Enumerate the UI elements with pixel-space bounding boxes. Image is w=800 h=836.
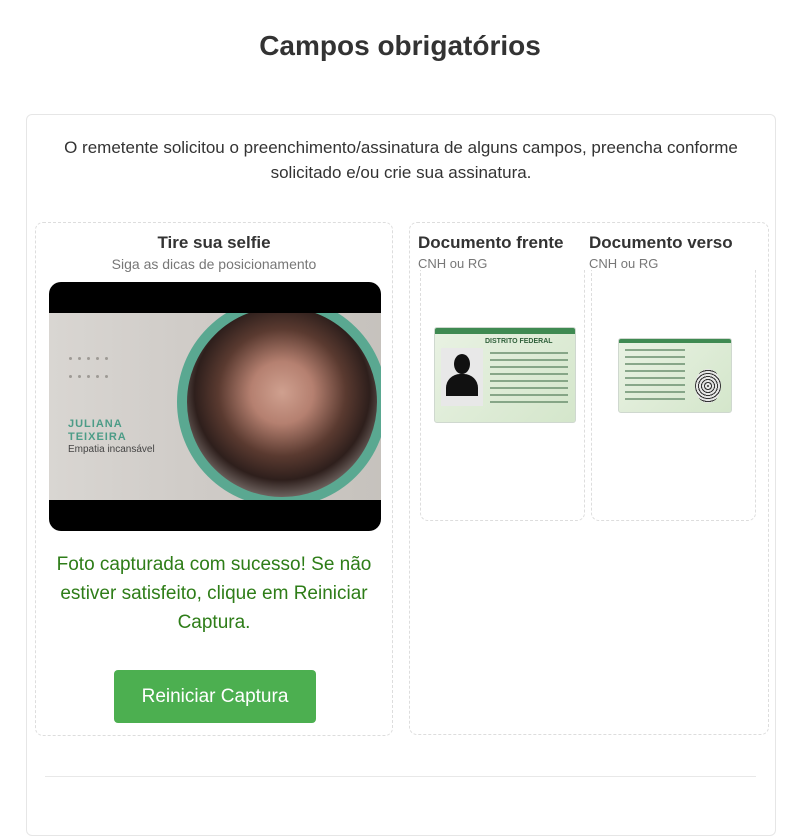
intro-text: O remetente solicitou o preenchimento/as… xyxy=(64,138,738,182)
document-front-upload[interactable]: DISTRITO FEDERAL xyxy=(420,270,585,521)
badge-name: JULIANA TEIXEIRA xyxy=(68,418,127,443)
capture-success-message: Foto capturada com sucesso! Se não estiv… xyxy=(56,554,372,633)
restart-capture-button[interactable]: Reiniciar Captura xyxy=(114,670,316,723)
document-back-title: Documento verso xyxy=(589,233,733,252)
document-front-image: DISTRITO FEDERAL xyxy=(434,327,576,423)
badge-role: Empatia incansável xyxy=(68,444,155,455)
selfie-subtitle: Siga as dicas de posicionamento xyxy=(111,256,317,272)
document-back-image xyxy=(618,338,732,413)
document-front-header-text: DISTRITO FEDERAL xyxy=(485,338,553,345)
document-back-subtitle: CNH ou RG xyxy=(589,256,659,271)
selfie-title: Tire sua selfie xyxy=(157,233,271,252)
documents-panel: Documento frente CNH ou RG Documento ver… xyxy=(409,222,769,735)
document-front-header: Documento frente CNH ou RG xyxy=(418,233,583,271)
fingerprint-icon xyxy=(695,369,721,403)
portrait-ring xyxy=(177,313,381,500)
document-back-upload[interactable] xyxy=(591,270,756,521)
required-fields-card: O remetente solicitou o preenchimento/as… xyxy=(26,114,776,836)
document-front-title: Documento frente xyxy=(418,233,564,252)
section-divider xyxy=(45,776,756,777)
document-back-header: Documento verso CNH ou RG xyxy=(589,233,754,271)
selfie-preview: JULIANA TEIXEIRA Empatia incansável xyxy=(49,282,381,531)
page-title: Campos obrigatórios xyxy=(259,30,541,61)
selfie-panel: Tire sua selfie Siga as dicas de posicio… xyxy=(35,222,393,736)
captured-photo: JULIANA TEIXEIRA Empatia incansável xyxy=(49,313,381,500)
document-front-subtitle: CNH ou RG xyxy=(418,256,488,271)
id-photo-icon xyxy=(441,348,483,406)
decorative-dots xyxy=(69,353,114,389)
